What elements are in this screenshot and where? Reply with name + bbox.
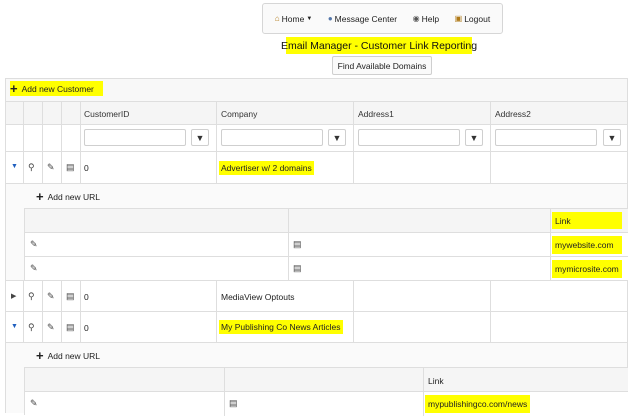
- edit-icon[interactable]: ✎: [47, 162, 55, 173]
- plus-icon: +: [36, 348, 44, 363]
- delete-icon[interactable]: ▤: [229, 398, 238, 409]
- expand-icon[interactable]: ▼: [11, 163, 18, 170]
- delete-icon[interactable]: ▤: [293, 239, 302, 250]
- filter-icon[interactable]: ▼: [465, 129, 483, 146]
- find-domains-button[interactable]: Find Available Domains: [332, 56, 432, 75]
- company-cell: My Publishing Co News Articles: [219, 320, 343, 334]
- column-header-company[interactable]: Company: [221, 109, 257, 119]
- filter-customerid-input[interactable]: [84, 129, 186, 146]
- subgrid-header: Link: [25, 368, 628, 392]
- add-customer-label: Add new Customer: [21, 83, 94, 94]
- chevron-down-icon: ▼: [306, 15, 313, 22]
- filter-address1-input[interactable]: [358, 129, 460, 146]
- filter-icon[interactable]: ▼: [328, 129, 346, 146]
- edit-icon[interactable]: ✎: [30, 263, 38, 274]
- nav-home-label: Home: [281, 13, 305, 24]
- plus-icon: +: [36, 189, 44, 204]
- help-icon: ◉: [412, 14, 420, 23]
- customerid-cell: 0: [84, 163, 89, 173]
- filter-row: ▼ ▼ ▼ ▼: [5, 125, 628, 152]
- company-cell: MediaView Optouts: [221, 292, 295, 302]
- add-url-button[interactable]: + Add new URL: [36, 349, 100, 362]
- search-icon[interactable]: ⚲: [28, 322, 35, 333]
- expand-icon[interactable]: ▼: [11, 323, 18, 330]
- table-row: ▼ ⚲ ✎ ▤ 0 My Publishing Co News Articles: [5, 312, 628, 343]
- add-url-button[interactable]: + Add new URL: [36, 190, 100, 203]
- detail-panel: + Add new URL Link ✎ ▤ mywebsite.com ✎ ▤…: [5, 184, 628, 280]
- nav-message-center-label: Message Center: [334, 13, 398, 24]
- detail-panel: + Add new URL Link ✎ ▤ mypublishingco.co…: [5, 343, 628, 416]
- subgrid-header: Link: [25, 209, 628, 233]
- list-item: ✎ ▤ mywebsite.com: [25, 233, 628, 257]
- column-header-address2[interactable]: Address2: [495, 109, 531, 119]
- filter-company-input[interactable]: [221, 129, 323, 146]
- search-icon[interactable]: ⚲: [28, 162, 35, 173]
- message-icon: ●: [327, 14, 333, 23]
- link-cell: mymicrosite.com: [552, 260, 622, 278]
- delete-icon[interactable]: ▤: [66, 162, 75, 173]
- url-subgrid: Link ✎ ▤ mypublishingco.com/news: [24, 367, 628, 416]
- customerid-cell: 0: [84, 292, 89, 302]
- add-customer-button[interactable]: + Add new Customer: [10, 81, 103, 96]
- delete-icon[interactable]: ▤: [293, 263, 302, 274]
- nav-logout[interactable]: ▣ Logout: [455, 14, 491, 24]
- link-cell: mypublishingco.com/news: [425, 395, 531, 413]
- plus-icon: +: [10, 81, 18, 96]
- column-header-customerid[interactable]: CustomerID: [84, 109, 129, 119]
- column-header-link[interactable]: Link: [552, 212, 622, 229]
- search-icon[interactable]: ⚲: [28, 291, 35, 302]
- company-cell: Advertiser w/ 2 domains: [219, 161, 314, 175]
- add-url-label: Add new URL: [47, 350, 101, 361]
- edit-icon[interactable]: ✎: [47, 322, 55, 333]
- edit-icon[interactable]: ✎: [30, 239, 38, 250]
- top-nav: ⌂ Home ▼ ● Message Center ◉ Help ▣ Logou…: [262, 3, 503, 34]
- delete-icon[interactable]: ▤: [66, 322, 75, 333]
- grid-header: CustomerID Company Address1 Address2: [5, 101, 628, 125]
- url-subgrid: Link ✎ ▤ mywebsite.com ✎ ▤ mymicrosite.c…: [24, 208, 628, 280]
- column-header-address1[interactable]: Address1: [358, 109, 394, 119]
- filter-address2-input[interactable]: [495, 129, 597, 146]
- column-header-link[interactable]: Link: [428, 376, 444, 386]
- filter-icon[interactable]: ▼: [191, 129, 209, 146]
- collapse-icon[interactable]: ▶: [11, 292, 16, 300]
- nav-help[interactable]: ◉ Help: [413, 14, 439, 24]
- add-url-label: Add new URL: [47, 191, 101, 202]
- customerid-cell: 0: [84, 323, 89, 333]
- nav-message-center[interactable]: ● Message Center: [328, 14, 397, 24]
- page-title: Email Manager - Customer Link Reporting: [281, 37, 477, 54]
- lock-icon: ▣: [454, 14, 463, 23]
- filter-icon[interactable]: ▼: [603, 129, 621, 146]
- home-icon: ⌂: [274, 14, 280, 23]
- link-cell: mywebsite.com: [552, 236, 622, 254]
- delete-icon[interactable]: ▤: [66, 291, 75, 302]
- list-item: ✎ ▤ mymicrosite.com: [25, 257, 628, 280]
- nav-home[interactable]: ⌂ Home ▼: [275, 14, 312, 24]
- edit-icon[interactable]: ✎: [47, 291, 55, 302]
- table-row: ▼ ⚲ ✎ ▤ 0 Advertiser w/ 2 domains: [5, 152, 628, 184]
- nav-logout-label: Logout: [464, 13, 491, 24]
- list-item: ✎ ▤ mypublishingco.com/news: [25, 392, 628, 416]
- edit-icon[interactable]: ✎: [30, 398, 38, 409]
- table-row: ▶ ⚲ ✎ ▤ 0 MediaView Optouts: [5, 280, 628, 312]
- nav-help-label: Help: [421, 13, 440, 24]
